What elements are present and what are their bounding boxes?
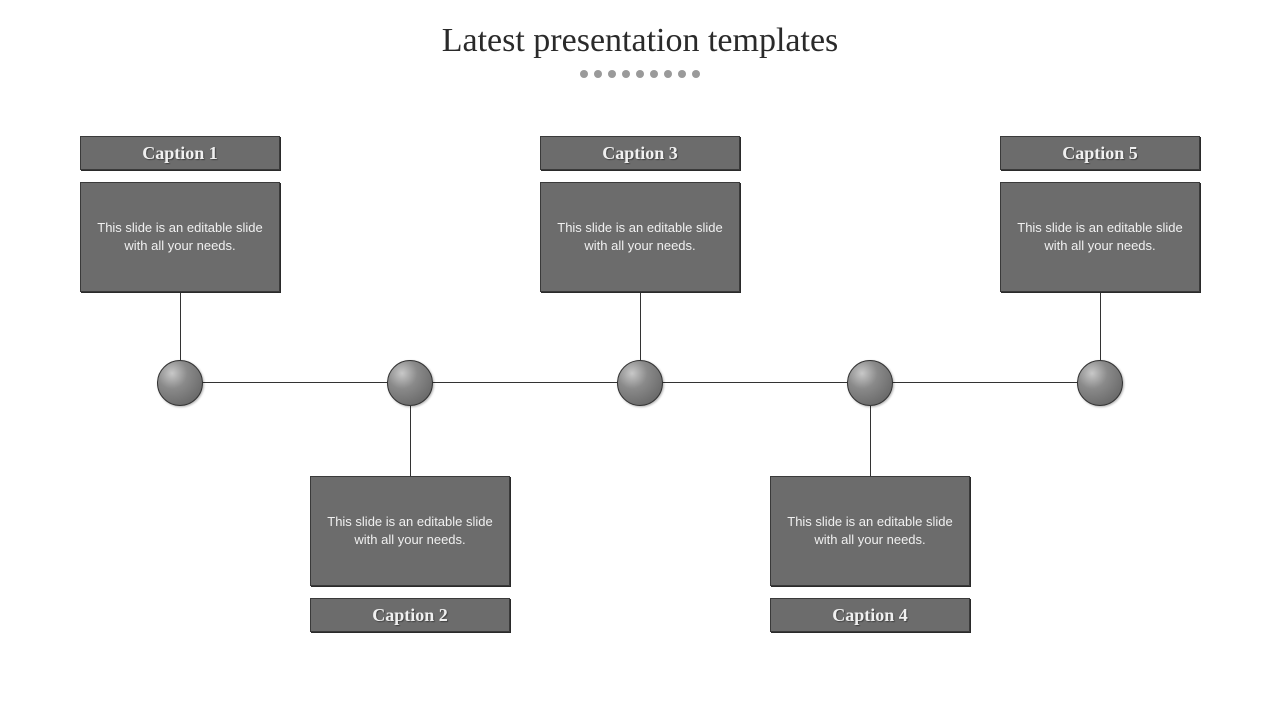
dot-icon: [692, 70, 700, 78]
caption-2: Caption 2: [310, 598, 510, 632]
dot-icon: [664, 70, 672, 78]
caption-1: Caption 1: [80, 136, 280, 170]
connector-1: [180, 290, 181, 360]
dot-icon: [622, 70, 630, 78]
node-5: [1077, 360, 1123, 406]
caption-5: Caption 5: [1000, 136, 1200, 170]
dot-icon: [608, 70, 616, 78]
connector-5: [1100, 290, 1101, 360]
dot-icon: [650, 70, 658, 78]
connector-4: [870, 406, 871, 476]
node-1: [157, 360, 203, 406]
node-2: [387, 360, 433, 406]
desc-1: This slide is an editable slide with all…: [80, 182, 280, 292]
desc-5: This slide is an editable slide with all…: [1000, 182, 1200, 292]
dot-icon: [580, 70, 588, 78]
connector-2: [410, 406, 411, 476]
desc-3: This slide is an editable slide with all…: [540, 182, 740, 292]
caption-3: Caption 3: [540, 136, 740, 170]
dot-icon: [636, 70, 644, 78]
dot-icon: [594, 70, 602, 78]
title-dots: [0, 70, 1280, 78]
desc-4: This slide is an editable slide with all…: [770, 476, 970, 586]
node-4: [847, 360, 893, 406]
desc-2: This slide is an editable slide with all…: [310, 476, 510, 586]
connector-3: [640, 290, 641, 360]
caption-4: Caption 4: [770, 598, 970, 632]
dot-icon: [678, 70, 686, 78]
node-3: [617, 360, 663, 406]
page-title: Latest presentation templates: [0, 22, 1280, 60]
